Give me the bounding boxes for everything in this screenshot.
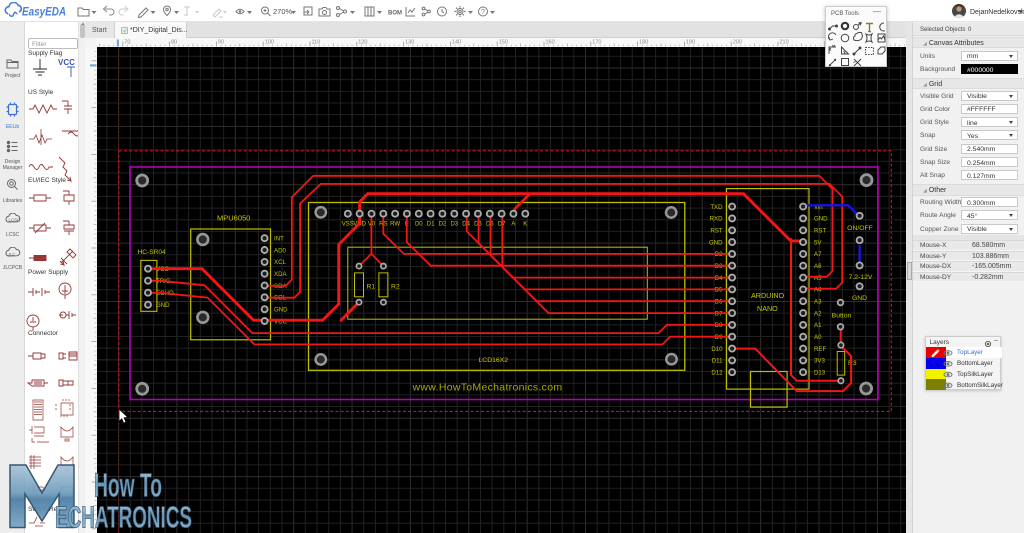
svg-text:RW: RW	[390, 221, 400, 227]
svg-text:RXD: RXD	[709, 215, 722, 222]
svg-text:XCL: XCL	[274, 259, 286, 266]
svg-text:?: ?	[481, 9, 485, 16]
svg-text:D13: D13	[814, 369, 826, 376]
svg-text:www.HowToMechatronics.com: www.HowToMechatronics.com	[411, 381, 562, 393]
svg-text:D12: D12	[711, 369, 723, 376]
svg-text:A7: A7	[814, 251, 822, 258]
svg-text:JLC: JLC	[8, 252, 15, 257]
svg-text:D3: D3	[450, 221, 458, 227]
svg-text:EasyEDA: EasyEDA	[22, 7, 66, 19]
svg-text:RST: RST	[814, 227, 826, 234]
svg-text:TXD: TXD	[710, 203, 723, 210]
svg-text:NANO: NANO	[757, 304, 778, 313]
svg-text:Button: Button	[831, 312, 851, 319]
svg-text:A1: A1	[814, 322, 822, 329]
svg-text:7.2-12V: 7.2-12V	[848, 274, 872, 281]
svg-text:A6: A6	[814, 263, 822, 270]
svg-text:LCD16X2: LCD16X2	[478, 357, 508, 364]
svg-text:A3: A3	[814, 298, 822, 305]
svg-text:GND: GND	[708, 239, 722, 246]
svg-text:270%: 270%	[273, 7, 293, 16]
svg-text:GND: GND	[274, 306, 288, 313]
svg-text:GND: GND	[851, 295, 866, 302]
svg-text:AD0: AD0	[274, 247, 286, 254]
svg-text:INT: INT	[274, 235, 284, 242]
svg-text:RST: RST	[710, 227, 722, 234]
svg-text:REF: REF	[814, 345, 826, 352]
svg-text:GND: GND	[156, 302, 170, 309]
svg-text:HC-SR04: HC-SR04	[137, 249, 166, 256]
svg-text:D10: D10	[711, 345, 723, 352]
svg-text:3V3: 3V3	[814, 357, 825, 364]
svg-text:ARDUINO: ARDUINO	[751, 291, 785, 300]
svg-text:LCSC: LCSC	[9, 218, 22, 223]
svg-text:D2: D2	[438, 221, 446, 227]
svg-text:110: 110	[311, 40, 320, 46]
svg-text:VCC: VCC	[58, 58, 75, 67]
svg-text:ON/OFF: ON/OFF	[847, 225, 873, 232]
svg-text:A: A	[511, 221, 515, 227]
svg-text:K: K	[523, 221, 527, 227]
svg-text:D1: D1	[426, 221, 434, 227]
svg-text:BOM: BOM	[388, 11, 402, 17]
svg-text:DejanNedelkovski: DejanNedelkovski	[970, 9, 1024, 16]
svg-text:GND: GND	[814, 215, 828, 222]
svg-text:D0: D0	[414, 221, 422, 227]
svg-text:XDA: XDA	[274, 271, 287, 278]
svg-text:R1: R1	[366, 283, 375, 290]
svg-text:R2: R2	[391, 283, 400, 290]
svg-text:A2: A2	[814, 310, 822, 317]
svg-text:5V: 5V	[814, 239, 822, 246]
svg-text:A0: A0	[814, 334, 822, 341]
svg-text:VSS: VSS	[341, 221, 353, 227]
svg-text:R3: R3	[848, 360, 857, 367]
svg-text:MPU6050: MPU6050	[217, 213, 250, 222]
svg-text:D11: D11	[711, 357, 722, 364]
